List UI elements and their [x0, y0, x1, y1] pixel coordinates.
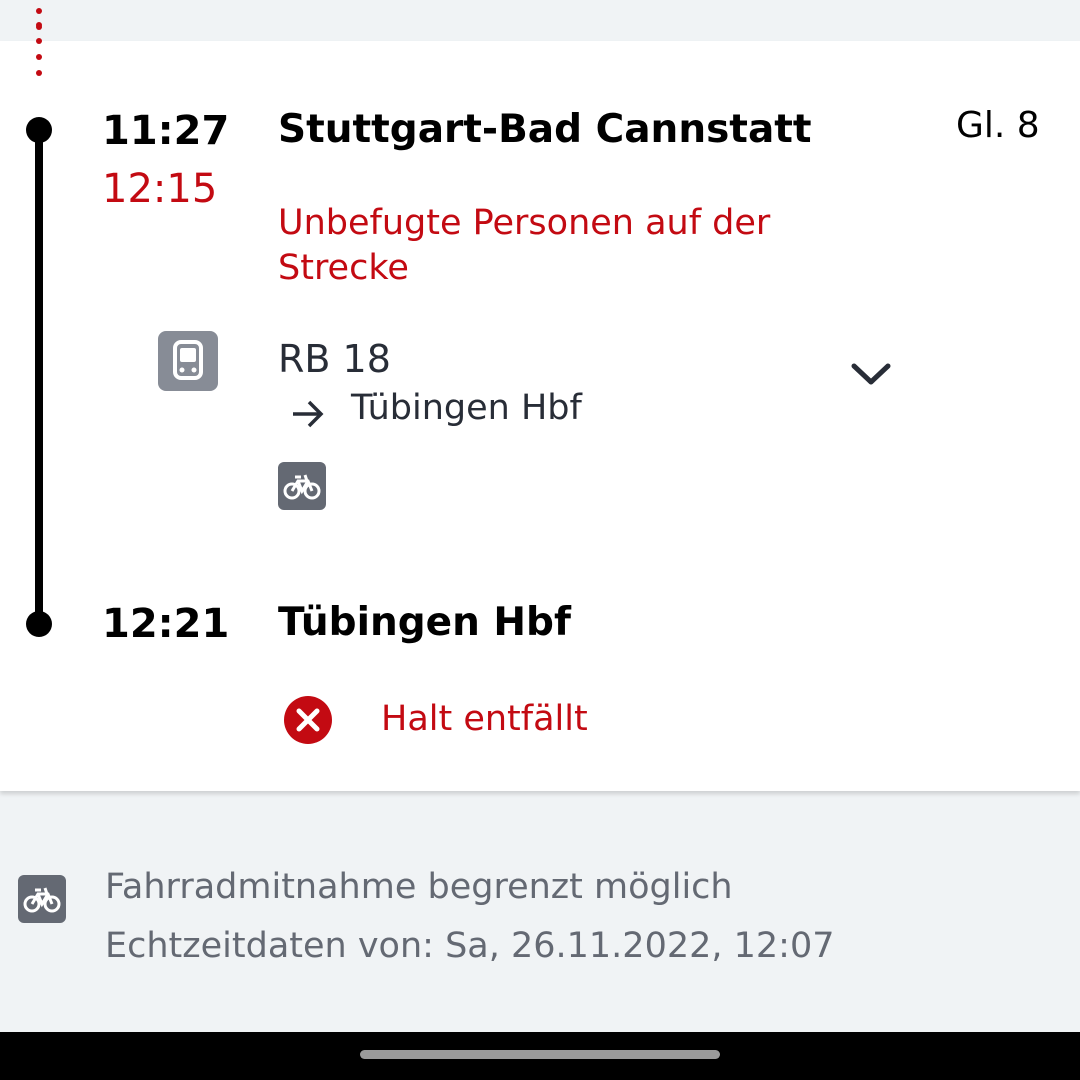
departure-time-actual: 12:15: [102, 166, 218, 212]
dot: [36, 70, 42, 76]
train-name: RB 18: [278, 337, 391, 381]
dot: [36, 8, 42, 14]
departure-station[interactable]: Stuttgart-Bad Cannstatt: [278, 110, 812, 149]
departure-stop-dot: [26, 117, 52, 143]
arrival-station[interactable]: Tübingen Hbf: [278, 603, 571, 642]
arrival-time-planned: 12:21: [102, 601, 230, 647]
arrival-stop-dot: [26, 611, 52, 637]
bicycle-icon: [18, 875, 66, 923]
journey-details-screen: 11:27 12:15 Stuttgart-Bad Cannstatt Gl. …: [0, 0, 1080, 1080]
dot: [36, 22, 42, 28]
departure-time-planned: 11:27: [102, 108, 230, 154]
stop-cancelled-status: Halt entfällt: [381, 699, 588, 739]
dot: [36, 54, 42, 60]
leg-card: 11:27 12:15 Stuttgart-Bad Cannstatt Gl. …: [0, 22, 1080, 791]
bicycle-icon: [278, 462, 326, 510]
disruption-message: Unbefugte Personen auf der Strecke: [278, 203, 771, 288]
train-icon: [158, 331, 218, 391]
close-circle-icon: [284, 696, 332, 744]
system-navigation-bar: [0, 1032, 1080, 1080]
bike-info-text: Fahrradmitnahme begrenzt möglich: [105, 867, 733, 907]
realtime-info-text: Echtzeitdaten von: Sa, 26.11.2022, 12:07: [105, 926, 835, 966]
previous-leg-dotted-line-continued: [33, 22, 45, 126]
timeline-line: [35, 128, 43, 625]
train-destination: Tübingen Hbf: [351, 388, 582, 428]
chevron-down-icon[interactable]: [848, 356, 894, 392]
top-strip: [0, 0, 1080, 46]
departure-platform: Gl. 8: [956, 105, 1040, 146]
dot: [36, 38, 42, 44]
arrow-right-icon: [293, 400, 324, 428]
home-gesture-handle[interactable]: [360, 1050, 720, 1059]
